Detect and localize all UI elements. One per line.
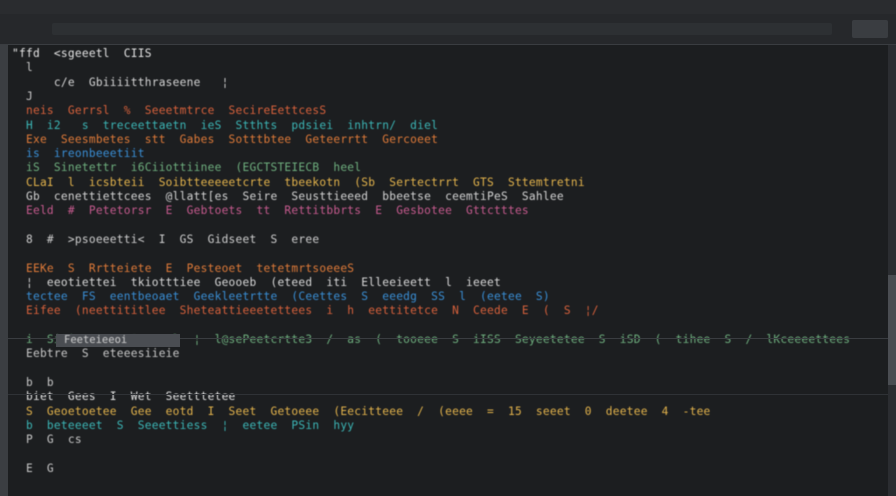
- code-line[interactable]: b beteeeet S Seeettiess ¦ eetee PSin hyy: [12, 419, 354, 433]
- tab-strip[interactable]: [52, 23, 832, 35]
- code-line[interactable]: J: [12, 90, 33, 104]
- editor-window: "ffd <sgeeetl CIIS l c/e Gbiiiitthraseen…: [0, 0, 896, 496]
- code-line[interactable]: EEKe S Rrtteiete E Pesteoet tetetmrtsoee…: [12, 262, 354, 276]
- code-line[interactable]: iS Sinetettr i6Ciiottiinee (EGCTSTEIECB …: [12, 161, 361, 175]
- highlighted-line-text: Feeteieeoi: [64, 334, 128, 346]
- code-line[interactable]: biet Gees I Wet Seetttetee: [12, 390, 236, 404]
- line-gutter: [0, 45, 8, 496]
- code-line[interactable]: 8 # >psoeeetti< I GS Gidseet S eree: [12, 233, 319, 247]
- tab-action-button[interactable]: [852, 20, 888, 38]
- code-line[interactable]: "ffd <sgeeetl CIIS: [12, 47, 152, 61]
- code-line[interactable]: Eifee (neettititlee Sheteattieeetettees …: [12, 304, 599, 318]
- code-line[interactable]: Eeld # Petetorsr E Gebtoets tt Rettitbbr…: [12, 204, 529, 218]
- code-line[interactable]: is ireonbeeetiit: [12, 147, 145, 161]
- code-line[interactable]: tectee FS eentbeoaet Geekleetrtte (Ceett…: [12, 290, 550, 304]
- code-line[interactable]: S Geoetoetee Gee eotd I Seet Getoeee (Ee…: [12, 405, 711, 419]
- panel-divider-secondary: [8, 394, 888, 395]
- code-line[interactable]: E G: [12, 462, 54, 476]
- scrollbar-thumb[interactable]: [888, 275, 896, 385]
- code-line[interactable]: Gb cenettiettcees @llatt[es Seire Seustt…: [12, 190, 564, 204]
- code-line[interactable]: H i2 s treceettaetn ieS Stthts pdsiei in…: [12, 119, 452, 133]
- code-line[interactable]: Eebtre S eteeesiieie: [12, 347, 180, 361]
- vertical-scrollbar[interactable]: [888, 45, 896, 496]
- code-line[interactable]: ¦ eeotiettei tkiotttiee Geooeb (eteed it…: [12, 276, 501, 290]
- code-line[interactable]: c/e Gbiiiitthraseene ¦: [12, 76, 229, 90]
- code-line[interactable]: CLaI l icsbteii Soibtteeeeetcrte tbeekot…: [12, 176, 585, 190]
- code-editor[interactable]: "ffd <sgeeetl CIIS l c/e Gbiiiitthraseen…: [8, 45, 888, 496]
- title-bar: [0, 0, 896, 14]
- tab-bar: [0, 14, 896, 45]
- code-line[interactable]: P G cs: [12, 433, 82, 447]
- code-line[interactable]: Exe Seesmbetes stt Gabes Sotttbtee Getee…: [12, 133, 438, 147]
- code-line[interactable]: b b: [12, 376, 54, 390]
- code-line[interactable]: l: [12, 61, 33, 75]
- code-line[interactable]: neis Gerrsl % Seeetmtrce SecireEettcesS: [12, 104, 326, 118]
